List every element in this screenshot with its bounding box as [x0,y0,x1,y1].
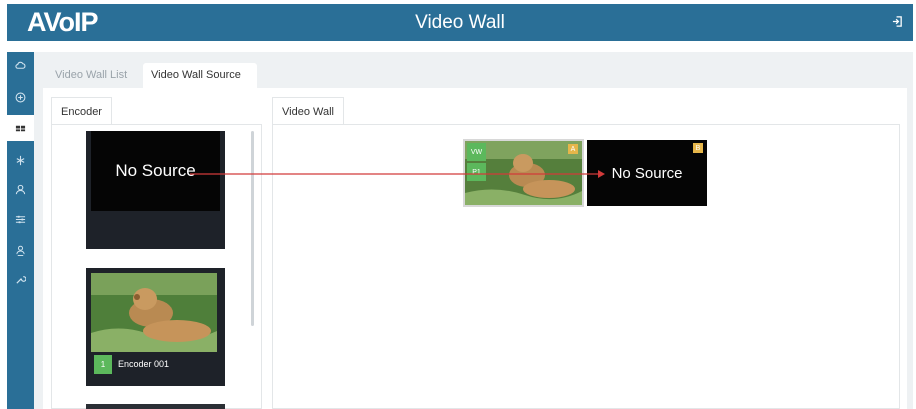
logout-icon[interactable] [892,16,903,27]
sidebar [7,52,34,409]
encoder-card-partial[interactable] [86,404,225,409]
video-wall-canvas [272,124,900,409]
encoder-card-001[interactable]: 1 Encoder 001 [86,268,225,386]
lion-thumbnail [91,273,217,352]
vw-badge: VW [467,143,486,161]
cloud-icon[interactable] [7,52,34,78]
share-icon[interactable] [7,147,34,173]
wall-screen-a[interactable]: VW P1 A [463,139,584,207]
video-wall-grid-icon[interactable] [7,115,34,141]
tab-encoder[interactable]: Encoder [51,97,112,125]
screen-b-corner-label: B [693,143,703,153]
encoder-number-badge: 1 [94,355,112,374]
sliders-icon[interactable] [7,206,34,232]
encoder-card-no-source[interactable]: No Source [86,131,225,249]
wall-screen-b[interactable]: No Source B [587,140,707,206]
p1-badge: P1 [467,163,486,181]
tab-video-wall-list[interactable]: Video Wall List [47,63,141,88]
page-title: Video Wall [415,12,505,33]
user-icon[interactable] [7,176,34,202]
wrench-icon[interactable] [7,266,34,292]
wall-no-source-label: No Source [587,140,707,206]
encoder-no-source-label: No Source [91,131,220,211]
encoder-name-label: Encoder 001 [118,359,170,369]
screen-a-corner-label: A [568,144,578,154]
app-header: AVoIP Video Wall [7,4,913,41]
users-icon[interactable] [7,237,34,263]
tab-video-wall[interactable]: Video Wall [272,97,344,125]
encoder-list-scrollbar[interactable] [251,131,254,326]
plus-circle-icon[interactable] [7,84,34,110]
tab-video-wall-source[interactable]: Video Wall Source [143,63,257,88]
